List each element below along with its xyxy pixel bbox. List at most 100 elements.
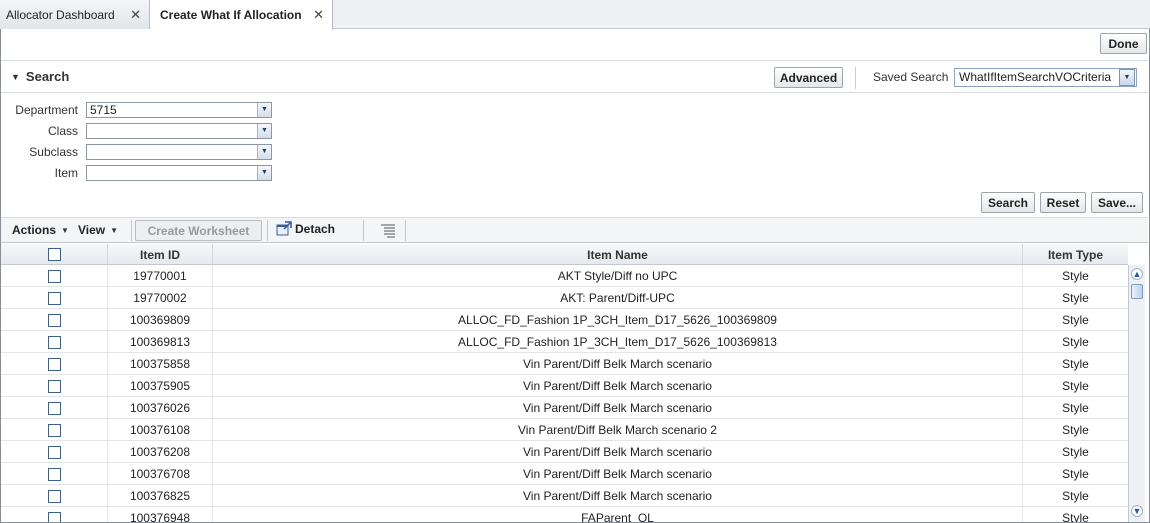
detach-button[interactable]: Detach bbox=[276, 221, 335, 237]
reset-button[interactable]: Reset bbox=[1040, 192, 1086, 213]
scroll-up-icon[interactable]: ▲ bbox=[1131, 268, 1143, 280]
table-row[interactable]: 100376108 Vin Parent/Diff Belk March scen… bbox=[1, 419, 1128, 441]
table-row[interactable]: 100369809 ALLOC_FD_Fashion 1P_3CH_Item_D1… bbox=[1, 309, 1128, 331]
row-select-cell bbox=[1, 507, 108, 522]
row-checkbox[interactable] bbox=[47, 511, 61, 522]
row-checkbox[interactable] bbox=[47, 313, 61, 327]
search-title: Search bbox=[25, 69, 70, 84]
table-row[interactable]: 100376948 FAParent_OL Style bbox=[1, 507, 1128, 522]
chevron-down-icon[interactable]: ▼ bbox=[257, 145, 271, 159]
class-combo[interactable]: ▼ bbox=[86, 123, 272, 139]
actions-menu[interactable]: Actions ▼ bbox=[12, 223, 69, 237]
item-id-cell: 100376948 bbox=[108, 507, 213, 522]
item-type-cell: Style bbox=[1062, 445, 1089, 459]
department-value: 5715 bbox=[90, 103, 117, 117]
close-icon[interactable]: ✕ bbox=[313, 8, 324, 21]
table-row[interactable]: 100375905 Vin Parent/Diff Belk March scen… bbox=[1, 375, 1128, 397]
tab-allocator-dashboard[interactable]: Allocator Dashboard ✕ bbox=[0, 0, 150, 29]
done-button[interactable]: Done bbox=[1100, 33, 1147, 54]
table-row[interactable]: 100376708 Vin Parent/Diff Belk March scen… bbox=[1, 463, 1128, 485]
saved-search-select[interactable]: WhatIfItemSearchVOCriteria ▼ bbox=[954, 68, 1137, 87]
row-select-cell bbox=[1, 397, 108, 419]
select-all-checkbox[interactable] bbox=[47, 248, 61, 261]
item-label: Item bbox=[54, 166, 78, 180]
saved-search-value: WhatIfItemSearchVOCriteria bbox=[959, 70, 1112, 84]
row-checkbox[interactable] bbox=[47, 335, 61, 349]
item-type-cell: Style bbox=[1062, 511, 1089, 522]
divider bbox=[1, 92, 1148, 93]
item-id-cell: 100369809 bbox=[108, 309, 213, 331]
row-checkbox[interactable] bbox=[47, 445, 61, 459]
search-section-header[interactable]: ▼ Search bbox=[11, 69, 69, 84]
chevron-down-icon[interactable]: ▼ bbox=[257, 124, 271, 138]
view-menu[interactable]: View ▼ bbox=[78, 223, 118, 237]
item-type-cell: Style bbox=[1062, 313, 1089, 327]
table-row[interactable]: 100376825 Vin Parent/Diff Belk March scen… bbox=[1, 485, 1128, 507]
column-header-item-id[interactable]: Item ID bbox=[108, 244, 213, 265]
item-name-cell: Vin Parent/Diff Belk March scenario bbox=[213, 353, 1023, 375]
row-checkbox[interactable] bbox=[47, 269, 61, 283]
item-type-cell: Style bbox=[1062, 423, 1089, 437]
collapse-caret-icon[interactable]: ▼ bbox=[11, 72, 20, 82]
item-id-cell: 100376108 bbox=[108, 419, 213, 441]
table-row[interactable]: 100369813 ALLOC_FD_Fashion 1P_3CH_Item_D1… bbox=[1, 331, 1128, 353]
create-worksheet-button[interactable]: Create Worksheet bbox=[135, 220, 262, 241]
scroll-thumb[interactable] bbox=[1131, 284, 1143, 299]
row-checkbox[interactable] bbox=[47, 423, 61, 437]
item-id-cell: 100375858 bbox=[108, 353, 213, 375]
row-select-cell bbox=[1, 353, 108, 375]
subclass-combo[interactable]: ▼ bbox=[86, 144, 272, 160]
close-icon[interactable]: ✕ bbox=[130, 8, 141, 21]
tab-label: Create What If Allocation bbox=[160, 8, 302, 22]
item-type-cell: Style bbox=[1062, 489, 1089, 503]
item-name-cell: Vin Parent/Diff Belk March scenario bbox=[213, 485, 1023, 507]
table-row[interactable]: 100376026 Vin Parent/Diff Belk March scen… bbox=[1, 397, 1128, 419]
row-checkbox[interactable] bbox=[47, 357, 61, 371]
column-header-item-name[interactable]: Item Name bbox=[213, 244, 1023, 265]
item-id-cell: 100376708 bbox=[108, 463, 213, 485]
row-select-cell bbox=[1, 287, 108, 309]
item-id-cell: 19770002 bbox=[108, 287, 213, 309]
vertical-scrollbar[interactable]: ▲ ▼ bbox=[1128, 265, 1145, 522]
item-id-cell: 100376208 bbox=[108, 441, 213, 463]
row-select-cell bbox=[1, 375, 108, 397]
row-checkbox[interactable] bbox=[47, 467, 61, 481]
row-select-cell bbox=[1, 331, 108, 353]
scroll-down-icon[interactable]: ▼ bbox=[1131, 505, 1143, 517]
department-combo[interactable]: 5715 ▼ bbox=[86, 102, 272, 118]
search-button[interactable]: Search bbox=[981, 192, 1035, 213]
class-label: Class bbox=[47, 124, 78, 138]
item-id-cell: 100376026 bbox=[108, 397, 213, 419]
column-header-item-type[interactable]: Item Type bbox=[1023, 244, 1128, 265]
item-name-cell: FAParent_OL bbox=[213, 507, 1023, 522]
chevron-down-icon[interactable]: ▼ bbox=[1119, 69, 1135, 86]
table-row[interactable]: 100376208 Vin Parent/Diff Belk March scen… bbox=[1, 441, 1128, 463]
item-id-cell: 100376825 bbox=[108, 485, 213, 507]
row-checkbox[interactable] bbox=[47, 379, 61, 393]
item-type-cell: Style bbox=[1062, 269, 1089, 283]
divider bbox=[267, 220, 268, 241]
tab-bar: Allocator Dashboard ✕ Create What If All… bbox=[0, 0, 1150, 30]
table-header: Item ID Item Name Item Type bbox=[1, 244, 1128, 265]
item-combo[interactable]: ▼ bbox=[86, 165, 272, 181]
tab-create-what-if-allocation[interactable]: Create What If Allocation ✕ bbox=[150, 0, 333, 30]
table-row[interactable]: 19770002 AKT: Parent/Diff-UPC Style bbox=[1, 287, 1128, 309]
row-checkbox[interactable] bbox=[47, 489, 61, 503]
chevron-down-icon[interactable]: ▼ bbox=[257, 103, 271, 117]
table-body: 19770001 AKT Style/Diff no UPC Style 197700… bbox=[1, 265, 1128, 522]
saved-search-label: Saved Search bbox=[873, 70, 949, 84]
table-row[interactable]: 19770001 AKT Style/Diff no UPC Style bbox=[1, 265, 1128, 287]
row-checkbox[interactable] bbox=[47, 291, 61, 305]
wrap-text-icon[interactable] bbox=[380, 223, 396, 239]
chevron-down-icon[interactable]: ▼ bbox=[257, 166, 271, 180]
item-type-cell: Style bbox=[1062, 335, 1089, 349]
item-name-cell: Vin Parent/Diff Belk March scenario bbox=[213, 397, 1023, 419]
table-row[interactable]: 100375858 Vin Parent/Diff Belk March scen… bbox=[1, 353, 1128, 375]
advanced-button[interactable]: Advanced bbox=[774, 67, 843, 88]
divider bbox=[855, 67, 856, 89]
row-select-cell bbox=[1, 309, 108, 331]
divider bbox=[131, 220, 132, 241]
item-type-cell: Style bbox=[1062, 357, 1089, 371]
save-search-button[interactable]: Save... bbox=[1091, 192, 1143, 213]
row-checkbox[interactable] bbox=[47, 401, 61, 415]
